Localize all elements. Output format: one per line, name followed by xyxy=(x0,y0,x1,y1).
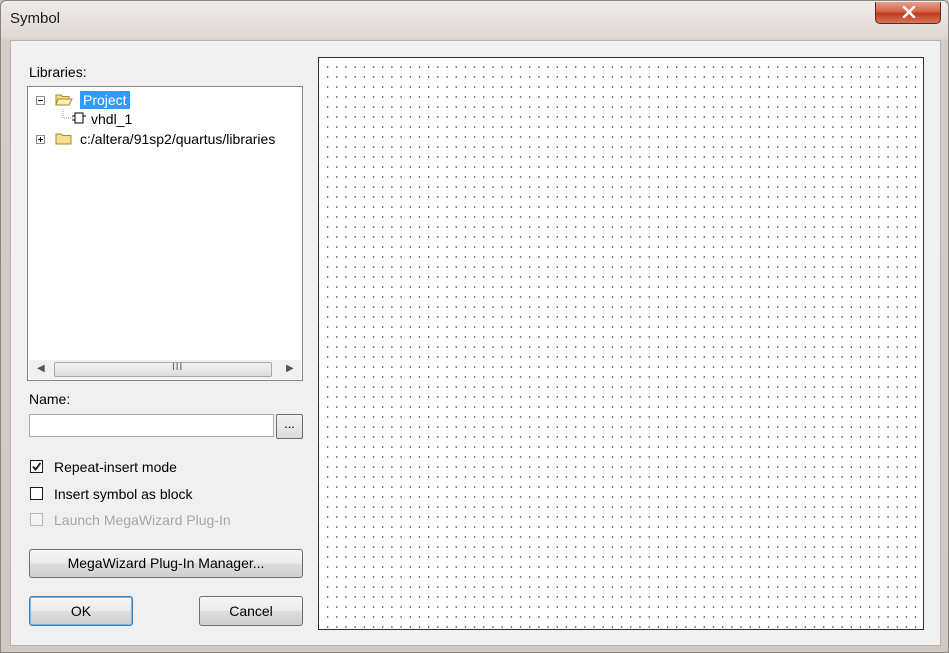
checkmark-icon xyxy=(32,462,42,471)
close-icon xyxy=(902,6,916,18)
tree-horizontal-scrollbar[interactable]: ◀ III ▶ xyxy=(29,360,301,379)
repeat-insert-checkbox[interactable] xyxy=(30,460,43,473)
cancel-button[interactable]: Cancel xyxy=(199,596,303,626)
libraries-tree[interactable]: Project vhdl_1 c:/altera/91sp2/quartus/l… xyxy=(27,86,303,381)
insert-as-block-label[interactable]: Insert symbol as block xyxy=(54,486,193,502)
dialog-title: Symbol xyxy=(10,10,61,27)
symbol-file-icon xyxy=(72,112,86,124)
expand-toggle-icon[interactable] xyxy=(36,135,45,144)
tree-item-vhdl-1-label: vhdl_1 xyxy=(91,111,133,127)
megawizard-manager-button[interactable]: MegaWizard Plug-In Manager... xyxy=(29,549,303,578)
title-bar[interactable]: Symbol xyxy=(1,1,948,37)
ok-button[interactable]: OK xyxy=(29,596,133,626)
collapse-toggle-icon[interactable] xyxy=(36,96,45,105)
scrollbar-thumb[interactable]: III xyxy=(54,362,272,377)
symbol-preview-canvas xyxy=(318,57,924,630)
open-folder-icon xyxy=(55,94,73,106)
launch-megawizard-label: Launch MegaWizard Plug-In xyxy=(54,512,231,528)
browse-button[interactable]: ... xyxy=(276,414,303,439)
folder-icon xyxy=(55,133,72,145)
name-label: Name: xyxy=(29,391,71,407)
tree-item-project-label: Project xyxy=(80,91,130,109)
insert-as-block-checkbox[interactable] xyxy=(30,487,43,500)
scroll-left-arrow-icon[interactable]: ◀ xyxy=(37,363,45,374)
name-input[interactable] xyxy=(29,414,274,437)
launch-megawizard-checkbox xyxy=(30,513,43,526)
libraries-label: Libraries: xyxy=(29,64,87,80)
scrollbar-grip: III xyxy=(172,362,184,373)
scroll-right-arrow-icon[interactable]: ▶ xyxy=(286,363,294,374)
repeat-insert-label[interactable]: Repeat-insert mode xyxy=(54,459,177,475)
tree-item-quartus-libraries-label: c:/altera/91sp2/quartus/libraries xyxy=(80,131,276,147)
close-button[interactable] xyxy=(875,2,941,24)
